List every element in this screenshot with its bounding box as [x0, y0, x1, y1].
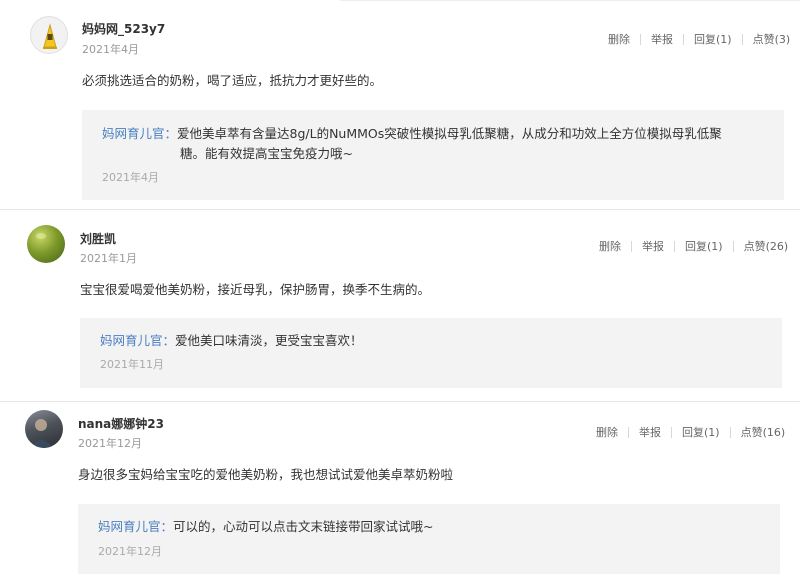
reply-text-line: 妈网育儿官：爱他美口味清淡，更受宝宝喜欢！ [100, 331, 363, 351]
top-divider [340, 0, 800, 1]
reply-text-line: 妈网育儿官：可以的，心动可以点击文末链接带回家试试哦~ [98, 517, 434, 537]
report-button[interactable]: 举报 [639, 424, 661, 440]
action-separator [729, 426, 731, 438]
like-button[interactable]: 点赞(3) [753, 31, 791, 47]
reply-date: 2021年12月 [98, 545, 162, 558]
user-avatar[interactable] [25, 410, 63, 448]
delete-button[interactable]: 删除 [599, 238, 621, 254]
reply-author[interactable]: 妈网育儿官： [100, 333, 175, 348]
comment-text: 宝宝很爱喝爱他美奶粉，接近母乳，保护肠胃，换季不生病的。 [80, 282, 431, 297]
action-separator [732, 240, 734, 252]
comment-actions: 删除 举报 回复(1) 点赞(26) [599, 238, 788, 254]
delete-button[interactable]: 删除 [608, 31, 630, 47]
report-button[interactable]: 举报 [642, 238, 664, 254]
reply-button[interactable]: 回复(1) [682, 424, 720, 440]
reply-text: 可以的，心动可以点击文末链接带回家试试哦~ [173, 519, 434, 534]
username[interactable]: 刘胜凯 [80, 230, 116, 247]
reply-author[interactable]: 妈网育儿官： [102, 126, 177, 141]
wet-floor-sign-icon [43, 23, 57, 49]
reply-date: 2021年4月 [102, 171, 159, 184]
reply-button[interactable]: 回复(1) [694, 31, 732, 47]
report-button[interactable]: 举报 [651, 31, 673, 47]
user-avatar[interactable] [30, 16, 68, 54]
like-button[interactable]: 点赞(26) [744, 238, 789, 254]
reply-text-line: 妈网育儿官：爱他美卓萃有含量达8g/L的NuMMOs突破性模拟母乳低聚糖，从成分… [102, 124, 782, 144]
comment-text: 必须挑选适合的奶粉，喝了适应，抵抗力才更好些的。 [82, 73, 383, 88]
delete-button[interactable]: 删除 [596, 424, 618, 440]
comment-date: 2021年4月 [82, 43, 139, 56]
action-separator [683, 33, 684, 45]
like-button[interactable]: 点赞(16) [741, 424, 786, 440]
official-reply: 妈网育儿官：爱他美卓萃有含量达8g/L的NuMMOs突破性模拟母乳低聚糖，从成分… [82, 110, 784, 200]
reply-date: 2021年11月 [100, 358, 164, 371]
comment-text: 身边很多宝妈给宝宝吃的爱他美奶粉，我也想试试爱他美卓萃奶粉啦 [78, 467, 454, 482]
action-separator [628, 426, 629, 438]
user-avatar[interactable] [27, 225, 65, 263]
reply-text-continuation: 糖。能有效提高宝宝免疫力哦~ [180, 146, 353, 161]
action-separator [674, 240, 675, 252]
reply-text: 爱他美口味清淡，更受宝宝喜欢！ [175, 333, 363, 348]
action-separator [631, 240, 632, 252]
person-photo-icon [31, 419, 53, 448]
comment-actions: 删除 举报 回复(1) 点赞(16) [596, 424, 785, 440]
comment-date: 2021年12月 [78, 437, 142, 450]
username[interactable]: nana娜娜钟23 [78, 415, 164, 432]
action-separator [741, 33, 743, 45]
reply-author[interactable]: 妈网育儿官： [98, 519, 173, 534]
action-separator [640, 33, 641, 45]
comment-date: 2021年1月 [80, 252, 137, 265]
username[interactable]: 妈妈网_523y7 [82, 20, 165, 37]
official-reply: 妈网育儿官：可以的，心动可以点击文末链接带回家试试哦~ 2021年12月 [78, 504, 780, 574]
comment-divider [0, 209, 800, 210]
comment-actions: 删除 举报 回复(1) 点赞(3) [608, 31, 790, 47]
green-fruit-icon [36, 233, 46, 239]
reply-button[interactable]: 回复(1) [685, 238, 723, 254]
official-reply: 妈网育儿官：爱他美口味清淡，更受宝宝喜欢！ 2021年11月 [80, 318, 782, 388]
action-separator [671, 426, 672, 438]
comment-divider [0, 401, 800, 402]
reply-text: 爱他美卓萃有含量达8g/L的NuMMOs突破性模拟母乳低聚糖，从成分和功效上全方… [177, 126, 722, 141]
